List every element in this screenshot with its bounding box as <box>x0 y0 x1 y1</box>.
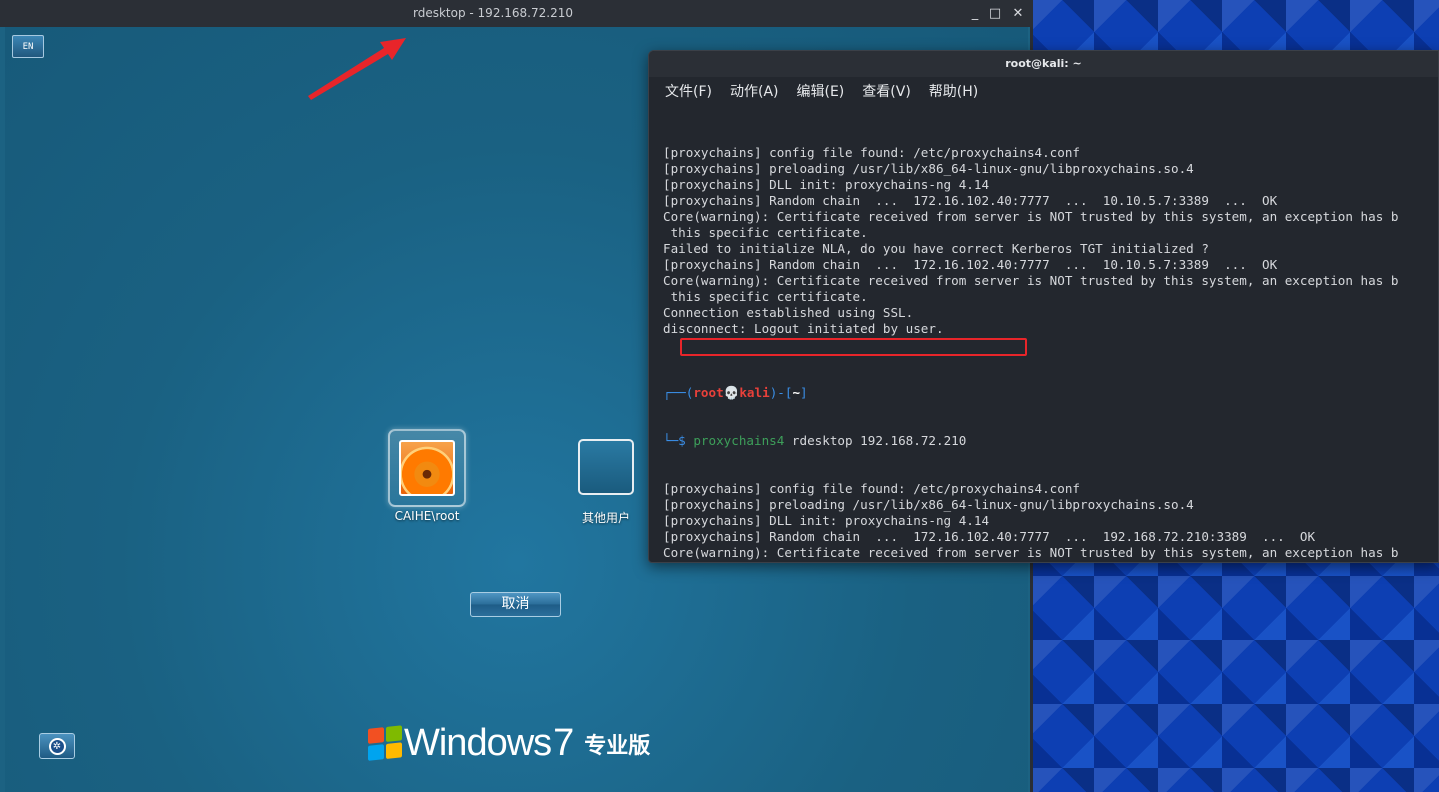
user-tile-label: 其他用户 <box>581 511 630 525</box>
terminal-line: [proxychains] Random chain ... 172.16.10… <box>663 529 1316 544</box>
terminal-line: Connection established using SSL. <box>663 305 914 320</box>
flower-avatar-icon <box>399 440 455 496</box>
terminal-line: Core(warning): Certificate received from… <box>663 273 1399 288</box>
menu-file[interactable]: 文件(F) <box>665 84 712 100</box>
ease-of-access-icon: ✲ <box>48 738 66 755</box>
terminal-line: [proxychains] DLL init: proxychains-ng 4… <box>663 177 990 192</box>
windows-wordmark: Windows <box>404 722 552 764</box>
cancel-button[interactable]: 取消 <box>470 592 561 617</box>
terminal-line: [proxychains] config file found: /etc/pr… <box>663 145 1081 160</box>
language-button[interactable]: EN <box>12 35 44 58</box>
terminal-line: [proxychains] DLL init: proxychains-ng 4… <box>663 513 990 528</box>
terminal-line: [proxychains] preloading /usr/lib/x86_64… <box>663 161 1194 176</box>
windows-7-logo: Windows7 专业版 <box>368 722 650 772</box>
command-args: rdesktop 192.168.72.210 <box>784 433 967 448</box>
terminal-line: [proxychains] preloading /usr/lib/x86_64… <box>663 497 1194 512</box>
minimize-icon[interactable]: _ <box>966 5 984 23</box>
menu-action[interactable]: 动作(A) <box>730 84 779 100</box>
user-tile-other-user[interactable] <box>578 439 634 495</box>
ease-of-access-button[interactable]: ✲ <box>39 733 75 759</box>
user-tile-caihe-root[interactable] <box>388 429 466 507</box>
terminal-window[interactable]: root@kali: ~ 文件(F) 动作(A) 编辑(E) 查看(V) 帮助(H) [… <box>648 50 1439 563</box>
maximize-icon[interactable]: □ <box>986 5 1004 23</box>
terminal-output-block: [proxychains] config file found: /etc/pr… <box>663 145 1438 353</box>
rdesktop-titlebar[interactable]: rdesktop - 192.168.72.210 _ □ ✕ <box>0 0 1033 27</box>
windows-flag-icon <box>368 724 404 763</box>
terminal-line: [proxychains] Random chain ... 172.16.10… <box>663 193 1278 208</box>
terminal-line: [proxychains] Random chain ... 172.16.10… <box>663 257 1278 272</box>
terminal-menubar: 文件(F) 动作(A) 编辑(E) 查看(V) 帮助(H) <box>649 77 1438 107</box>
terminal-line: this specific certificate. <box>663 225 868 240</box>
terminal-line: this specific certificate. <box>663 289 868 304</box>
command-name: proxychains4 <box>693 433 785 448</box>
prompt-user: root💀kali <box>693 385 770 400</box>
terminal-line: this specific certificate. <box>663 561 1438 562</box>
menu-edit[interactable]: 编辑(E) <box>797 84 845 100</box>
prompt-line-1: ┌──(root💀kali)-[~] <box>663 385 808 400</box>
terminal-title[interactable]: root@kali: ~ <box>649 51 1438 77</box>
rdesktop-title: rdesktop - 192.168.72.210 <box>413 6 573 20</box>
windows-version: 7 <box>553 722 575 764</box>
menu-view[interactable]: 查看(V) <box>862 84 911 100</box>
windows-edition: 专业版 <box>584 733 651 759</box>
close-icon[interactable]: ✕ <box>1009 5 1027 23</box>
red-arrow-annotation <box>308 38 406 100</box>
prompt-line-2: └─$ proxychains4 rdesktop 192.168.72.210 <box>663 433 967 448</box>
terminal-output-block: [proxychains] config file found: /etc/pr… <box>663 481 1438 562</box>
terminal-line: disconnect: Logout initiated by user. <box>663 321 944 336</box>
user-tile-label: CAIHE\root <box>394 509 460 523</box>
terminal-output[interactable]: [proxychains] config file found: /etc/pr… <box>663 113 1438 562</box>
menu-help[interactable]: 帮助(H) <box>929 84 978 100</box>
terminal-line: Core(warning): Certificate received from… <box>663 545 1399 560</box>
prompt-cwd: ~ <box>792 385 801 400</box>
terminal-line: [proxychains] config file found: /etc/pr… <box>663 481 1081 496</box>
terminal-line: Failed to initialize NLA, do you have co… <box>663 241 1209 256</box>
terminal-line: Core(warning): Certificate received from… <box>663 209 1399 224</box>
